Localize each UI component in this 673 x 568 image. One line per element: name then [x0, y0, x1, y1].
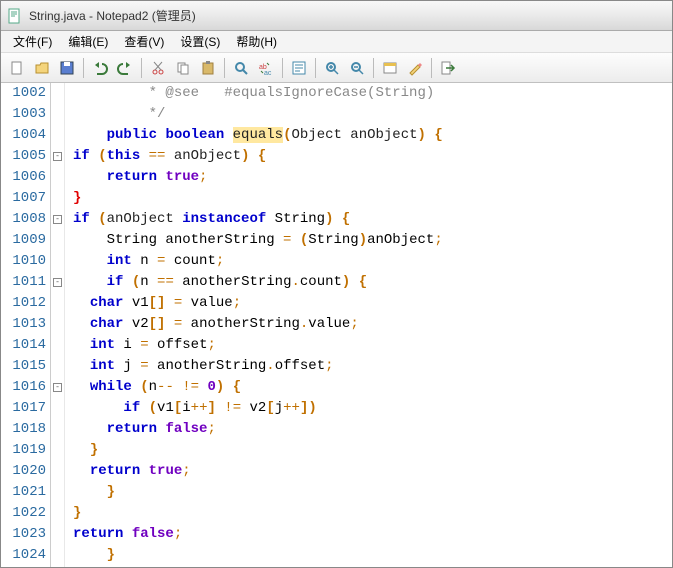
open-icon[interactable] [30, 56, 54, 80]
toolbar-separator [224, 58, 225, 78]
toolbar-separator [315, 58, 316, 78]
code-area[interactable]: * @see #equalsIgnoreCase(String) */ publ… [65, 83, 672, 567]
toolbar-separator [141, 58, 142, 78]
fold-toggle[interactable]: - [53, 278, 62, 287]
code-line[interactable]: if (n == anotherString.count) { [73, 272, 672, 293]
code-line[interactable]: * @see #equalsIgnoreCase(String) [73, 83, 672, 104]
line-number: 1004 [1, 125, 46, 146]
line-number: 1020 [1, 461, 46, 482]
redo-icon[interactable] [113, 56, 137, 80]
line-number: 1006 [1, 167, 46, 188]
new-icon[interactable] [5, 56, 29, 80]
line-number: 1002 [1, 83, 46, 104]
line-number: 1022 [1, 503, 46, 524]
copy-icon[interactable] [171, 56, 195, 80]
svg-text:ac: ac [264, 70, 272, 76]
wordwrap-icon[interactable] [287, 56, 311, 80]
code-line[interactable]: } [73, 188, 672, 209]
toolbar-separator [373, 58, 374, 78]
line-number: 1023 [1, 524, 46, 545]
zoomout-icon[interactable] [345, 56, 369, 80]
code-line[interactable]: while (n-- != 0) { [73, 377, 672, 398]
window-title: String.java - Notepad2 (管理员) [29, 7, 196, 24]
line-number: 1007 [1, 188, 46, 209]
menu-file[interactable]: 文件(F) [5, 31, 60, 52]
replace-icon[interactable]: abac [254, 56, 278, 80]
code-line[interactable]: if (this == anObject) { [73, 146, 672, 167]
line-number: 1012 [1, 293, 46, 314]
code-line[interactable]: String anotherString = (String)anObject; [73, 230, 672, 251]
zoomin-icon[interactable] [320, 56, 344, 80]
line-number: 1021 [1, 482, 46, 503]
paste-icon[interactable] [196, 56, 220, 80]
toolbar-separator [282, 58, 283, 78]
fold-toggle[interactable]: - [53, 215, 62, 224]
find-icon[interactable] [229, 56, 253, 80]
line-number-gutter: 1002100310041005100610071008100910101011… [1, 83, 51, 567]
toolbar-separator [83, 58, 84, 78]
scheme-icon[interactable] [378, 56, 402, 80]
line-number: 1005 [1, 146, 46, 167]
code-line[interactable]: public boolean equals(Object anObject) { [73, 125, 672, 146]
line-number: 1010 [1, 251, 46, 272]
code-line[interactable]: if (anObject instanceof String) { [73, 209, 672, 230]
cut-icon[interactable] [146, 56, 170, 80]
line-number: 1018 [1, 419, 46, 440]
menu-view[interactable]: 查看(V) [116, 31, 172, 52]
code-line[interactable]: return false; [73, 524, 672, 545]
code-line[interactable]: if (v1[i++] != v2[j++]) [73, 398, 672, 419]
fold-gutter[interactable]: - - - - [51, 83, 65, 567]
line-number: 1014 [1, 335, 46, 356]
code-line[interactable]: } [73, 440, 672, 461]
line-number: 1016 [1, 377, 46, 398]
fold-toggle[interactable]: - [53, 152, 62, 161]
line-number: 1013 [1, 314, 46, 335]
menu-settings[interactable]: 设置(S) [172, 31, 228, 52]
menu-edit[interactable]: 编辑(E) [60, 31, 116, 52]
code-line[interactable]: } [73, 482, 672, 503]
code-line[interactable]: int i = offset; [73, 335, 672, 356]
menu-help[interactable]: 帮助(H) [228, 31, 285, 52]
line-number: 1011 [1, 272, 46, 293]
menubar: 文件(F) 编辑(E) 查看(V) 设置(S) 帮助(H) [1, 31, 672, 53]
code-line[interactable]: } [73, 545, 672, 566]
line-number: 1015 [1, 356, 46, 377]
code-line[interactable]: */ [73, 104, 672, 125]
code-line[interactable]: int j = anotherString.offset; [73, 356, 672, 377]
app-icon [7, 8, 23, 24]
line-number: 1003 [1, 104, 46, 125]
save-icon[interactable] [55, 56, 79, 80]
code-line[interactable]: char v1[] = value; [73, 293, 672, 314]
code-line[interactable]: return false; [73, 419, 672, 440]
undo-icon[interactable] [88, 56, 112, 80]
titlebar: String.java - Notepad2 (管理员) [1, 1, 672, 31]
editor[interactable]: 1002100310041005100610071008100910101011… [1, 83, 672, 567]
fold-toggle[interactable]: - [53, 383, 62, 392]
code-line[interactable]: } [73, 503, 672, 524]
code-line[interactable]: int n = count; [73, 251, 672, 272]
customize-icon[interactable] [403, 56, 427, 80]
exit-icon[interactable] [436, 56, 460, 80]
line-number: 1024 [1, 545, 46, 566]
line-number: 1008 [1, 209, 46, 230]
line-number: 1009 [1, 230, 46, 251]
code-line[interactable]: return true; [73, 167, 672, 188]
line-number: 1019 [1, 440, 46, 461]
code-line[interactable]: return true; [73, 461, 672, 482]
toolbar: abac [1, 53, 672, 83]
line-number: 1017 [1, 398, 46, 419]
toolbar-separator [431, 58, 432, 78]
code-line[interactable]: char v2[] = anotherString.value; [73, 314, 672, 335]
